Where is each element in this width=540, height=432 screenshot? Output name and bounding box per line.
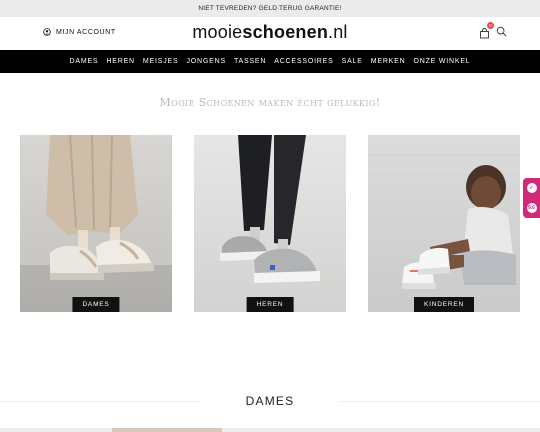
dames-button[interactable]: DAMES (72, 297, 120, 312)
heren-button[interactable]: HEREN (246, 297, 294, 312)
promo-bar: NIET TEVREDEN? GELD TERUG GARANTIE! (0, 0, 540, 17)
nav-item-accessoires[interactable]: ACCESSOIRES (274, 58, 333, 65)
category-tile-dames[interactable]: DAMES (20, 135, 172, 312)
category-tile-kinderen[interactable]: KINDEREN (368, 135, 520, 312)
category-tile-heren[interactable]: HEREN (194, 135, 346, 312)
kinderen-button[interactable]: KINDEREN (414, 297, 474, 312)
nav-item-dames[interactable]: DAMES (70, 58, 99, 65)
cart-button[interactable]: 0 (479, 22, 494, 39)
section-image-strip (0, 428, 540, 432)
cart-count-badge: 0 (487, 22, 494, 29)
review-badge[interactable]: ✓ 9.6 (523, 178, 540, 218)
check-icon: ✓ (526, 183, 537, 193)
nav-item-sale[interactable]: SALE (342, 58, 363, 65)
nav-item-merken[interactable]: MERKEN (371, 58, 406, 65)
heren-sneakers-photo (194, 135, 346, 312)
nav-item-jongens[interactable]: JONGENS (186, 58, 225, 65)
nav-item-onze-winkel[interactable]: ONZE WINKEL (413, 58, 470, 65)
hero-tagline: Mooie Schoenen maken écht gelukkig! (159, 96, 381, 109)
shopping-bag-icon (480, 28, 489, 39)
section-title: DAMES (245, 394, 295, 408)
site-logo[interactable]: mooieschoenen.nl (0, 22, 540, 43)
section-photo-preview (112, 428, 222, 432)
search-icon[interactable] (496, 26, 507, 37)
nav-item-tassen[interactable]: TASSEN (234, 58, 266, 65)
promo-text: NIET TEVREDEN? GELD TERUG GARANTIE! (198, 5, 342, 12)
main-nav: DAMES HEREN MEISJES JONGENS TASSEN ACCES… (0, 50, 540, 73)
nav-item-meisjes[interactable]: MEISJES (143, 58, 179, 65)
logo-part-bold: schoenen (242, 22, 329, 42)
site-header: MIJN ACCOUNT mooieschoenen.nl 0 (0, 17, 540, 50)
rating-value: 9.6 (526, 203, 537, 213)
logo-part-2: .nl (328, 22, 348, 42)
logo-part-1: mooie (192, 22, 243, 42)
nav-item-heren[interactable]: HEREN (106, 58, 135, 65)
header-icons: 0 (479, 22, 507, 39)
kinderen-photo (368, 135, 520, 312)
dames-sneakers-photo (20, 135, 172, 312)
